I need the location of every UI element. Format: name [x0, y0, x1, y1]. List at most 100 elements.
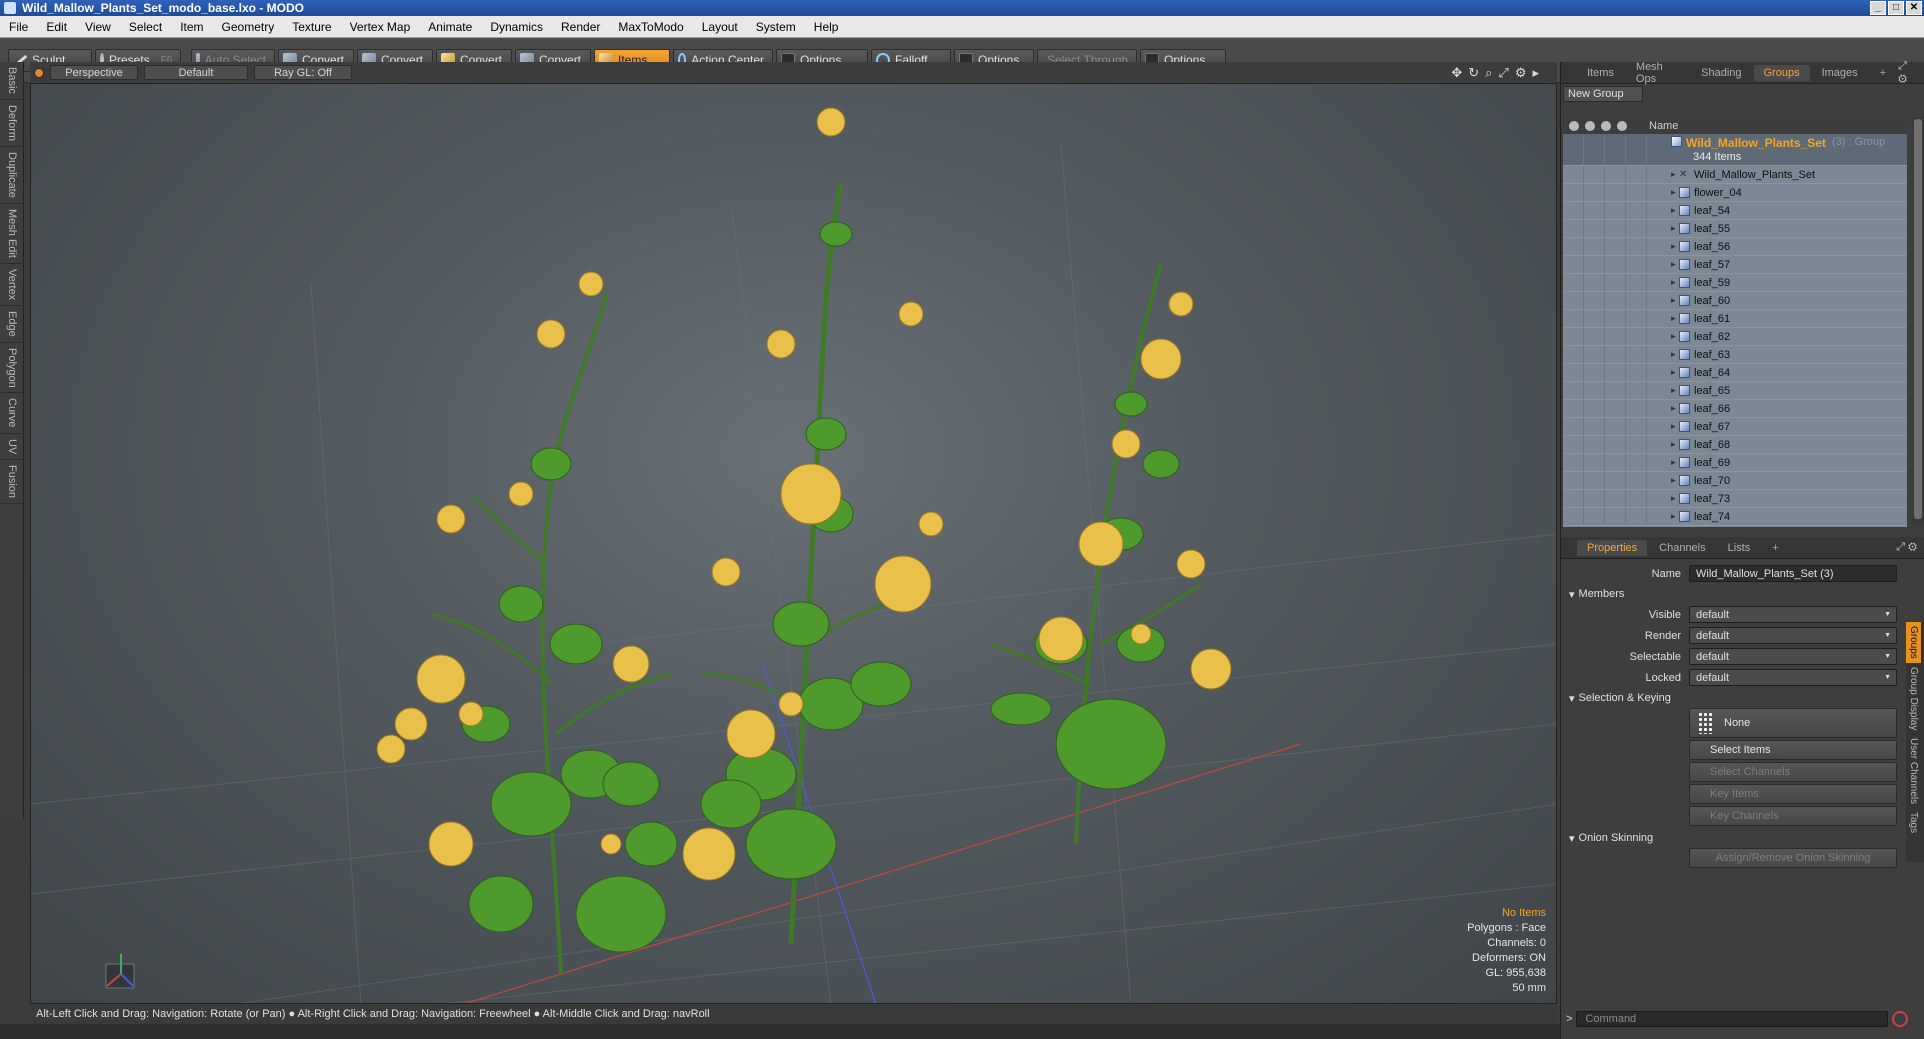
3d-viewport[interactable]: No Items Polygons : Face Channels: 0 Def…: [30, 83, 1557, 1004]
tab-duplicate[interactable]: Duplicate: [0, 147, 24, 204]
tab-basic[interactable]: Basic: [0, 62, 24, 100]
locked-dropdown[interactable]: default: [1689, 669, 1897, 686]
tab-user-channels[interactable]: User Channels: [1906, 734, 1921, 808]
properties-expand-icon[interactable]: ⤢ ⚙: [1896, 541, 1917, 554]
tab-shading[interactable]: Shading: [1691, 65, 1751, 81]
selectable-dropdown[interactable]: default: [1689, 648, 1897, 665]
list-item[interactable]: ▸ ✕ Wild_Mallow_Plants_Set: [1563, 166, 1907, 184]
render-icon[interactable]: [1585, 120, 1595, 131]
list-item[interactable]: ▸ leaf_54: [1563, 202, 1907, 220]
tab-items[interactable]: Items: [1577, 65, 1624, 81]
list-item[interactable]: ▸ leaf_70: [1563, 472, 1907, 490]
key-channels-button[interactable]: Key Channels: [1689, 806, 1897, 826]
tab-vertex[interactable]: Vertex: [0, 264, 24, 306]
name-column-header[interactable]: Name: [1649, 120, 1678, 132]
menu-edit[interactable]: Edit: [37, 20, 76, 34]
fit-icon[interactable]: ⤢: [1498, 65, 1508, 81]
menu-select[interactable]: Select: [120, 20, 171, 34]
list-item[interactable]: ▸ leaf_62: [1563, 328, 1907, 346]
list-item[interactable]: ▸ leaf_64: [1563, 364, 1907, 382]
list-item[interactable]: ▸ leaf_68: [1563, 436, 1907, 454]
menu-render[interactable]: Render: [552, 20, 609, 34]
select-icon[interactable]: [1601, 120, 1611, 131]
list-item[interactable]: ▸ leaf_60: [1563, 292, 1907, 310]
select-channels-button[interactable]: Select Channels: [1689, 762, 1897, 782]
list-item[interactable]: ▸ leaf_65: [1563, 382, 1907, 400]
lock-icon[interactable]: [1617, 120, 1627, 131]
list-item[interactable]: ▸ leaf_66: [1563, 400, 1907, 418]
pan-icon[interactable]: ✥: [1451, 65, 1462, 81]
list-item[interactable]: ▸ leaf_69: [1563, 454, 1907, 472]
members-section[interactable]: ▾ Members: [1561, 584, 1924, 604]
minimize-button[interactable]: _: [1870, 1, 1886, 15]
add-properties-tab-button[interactable]: +: [1762, 540, 1788, 556]
viewport-menu-icon[interactable]: [34, 67, 44, 78]
none-button[interactable]: None: [1689, 708, 1897, 738]
list-item[interactable]: ▸ leaf_56: [1563, 238, 1907, 256]
list-item[interactable]: ▸ leaf_61: [1563, 310, 1907, 328]
list-item[interactable]: ▸ leaf_55: [1563, 220, 1907, 238]
tab-properties[interactable]: Properties: [1577, 539, 1648, 556]
raygl-toggle[interactable]: Ray GL: Off: [254, 65, 352, 80]
menu-vertex-map[interactable]: Vertex Map: [341, 20, 420, 34]
group-row[interactable]: Wild_Mallow_Plants_Set (3) : Group 344 I…: [1563, 134, 1907, 166]
panel-expand-icon[interactable]: ⤢ ⚙: [1898, 60, 1916, 86]
tab-curve[interactable]: Curve: [0, 393, 24, 434]
menu-geometry[interactable]: Geometry: [213, 20, 284, 34]
tab-edge[interactable]: Edge: [0, 306, 24, 343]
menu-animate[interactable]: Animate: [419, 20, 481, 34]
tab-fusion[interactable]: Fusion: [0, 460, 24, 505]
tab-groups-side[interactable]: Groups: [1906, 622, 1921, 663]
assign-onion-skinning-button[interactable]: Assign/Remove Onion Skinning: [1689, 848, 1897, 868]
menu-system[interactable]: System: [747, 20, 805, 34]
render-dropdown[interactable]: default: [1689, 627, 1897, 644]
tab-groups[interactable]: Groups: [1753, 64, 1810, 81]
zoom-icon[interactable]: ⌕: [1485, 65, 1492, 81]
tab-mesh-ops[interactable]: Mesh Ops: [1626, 59, 1689, 87]
selection-keying-section[interactable]: ▾ Selection & Keying: [1561, 688, 1924, 708]
name-field[interactable]: Wild_Mallow_Plants_Set (3): [1689, 565, 1897, 582]
menu-file[interactable]: File: [0, 20, 37, 34]
list-item[interactable]: ▸ leaf_73: [1563, 490, 1907, 508]
menu-texture[interactable]: Texture: [283, 20, 340, 34]
menu-maxtomodo[interactable]: MaxToModo: [609, 20, 692, 34]
record-icon[interactable]: [1892, 1011, 1909, 1027]
tab-uv[interactable]: UV: [0, 434, 24, 461]
expand-icon[interactable]: ▸: [1532, 65, 1539, 81]
tab-tags[interactable]: Tags: [1906, 808, 1921, 837]
view-type-dropdown[interactable]: Perspective: [50, 65, 138, 80]
groups-list-scrollbar[interactable]: [1912, 117, 1924, 527]
rotate-icon[interactable]: ↻: [1468, 65, 1479, 81]
list-item[interactable]: ▸ leaf_67: [1563, 418, 1907, 436]
menu-layout[interactable]: Layout: [693, 20, 747, 34]
list-item[interactable]: ▸ leaf_59: [1563, 274, 1907, 292]
list-item[interactable]: ▸ leaf_63: [1563, 346, 1907, 364]
tab-group-display[interactable]: Group Display: [1906, 663, 1921, 734]
menu-view[interactable]: View: [76, 20, 120, 34]
visibility-icon[interactable]: [1569, 120, 1579, 131]
menu-dynamics[interactable]: Dynamics: [481, 20, 552, 34]
list-item[interactable]: ▸ leaf_57: [1563, 256, 1907, 274]
tab-deform[interactable]: Deform: [0, 100, 24, 147]
tab-lists[interactable]: Lists: [1718, 540, 1761, 556]
list-item[interactable]: ▸ flower_04: [1563, 184, 1907, 202]
new-group-button[interactable]: New Group: [1563, 86, 1643, 102]
onion-skinning-section[interactable]: ▾ Onion Skinning: [1561, 828, 1924, 848]
menu-item[interactable]: Item: [171, 20, 212, 34]
tab-mesh-edit[interactable]: Mesh Edit: [0, 204, 24, 264]
add-tab-button[interactable]: +: [1870, 65, 1896, 81]
tab-channels[interactable]: Channels: [1649, 540, 1715, 556]
close-button[interactable]: ✕: [1906, 1, 1922, 15]
tab-images[interactable]: Images: [1812, 65, 1868, 81]
key-items-button[interactable]: Key Items: [1689, 784, 1897, 804]
menu-help[interactable]: Help: [805, 20, 848, 34]
command-input[interactable]: Command: [1576, 1011, 1889, 1027]
list-item[interactable]: ▸ leaf_74: [1563, 508, 1907, 526]
settings-icon[interactable]: ⚙: [1515, 65, 1527, 81]
tab-polygon[interactable]: Polygon: [0, 343, 24, 394]
chevron-right-icon[interactable]: >: [1566, 1013, 1572, 1025]
visible-dropdown[interactable]: default: [1689, 606, 1897, 623]
shading-dropdown[interactable]: Default: [144, 65, 248, 80]
maximize-button[interactable]: □: [1888, 1, 1904, 15]
select-items-button[interactable]: Select Items: [1689, 740, 1897, 760]
